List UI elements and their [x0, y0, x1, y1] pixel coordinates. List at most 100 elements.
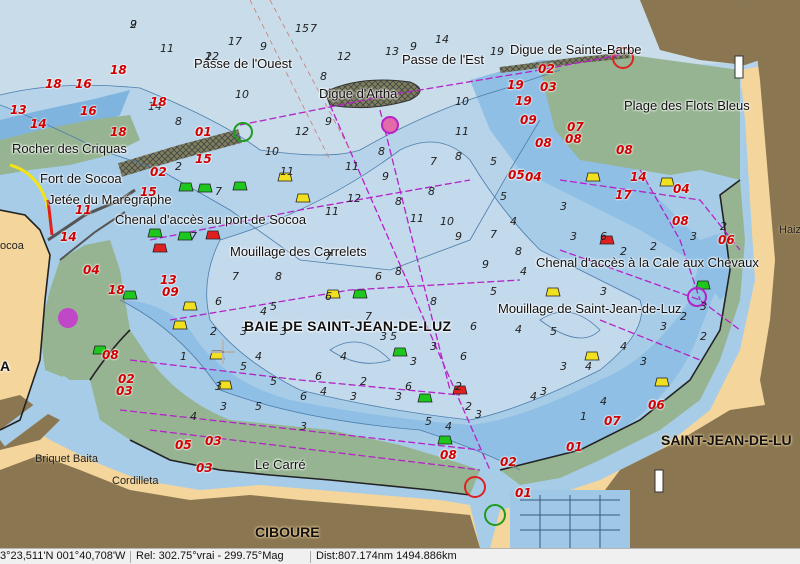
buoy-green-icon[interactable] [232, 181, 248, 191]
sounding: 11 [345, 160, 359, 173]
sounding: 15 [295, 22, 309, 35]
sounding: 4 [520, 265, 527, 278]
sounding: 4 [320, 385, 327, 398]
sounding: 2 [720, 220, 727, 233]
sounding: 9 [382, 170, 389, 183]
label-passe-est: Passe de l'Est [402, 52, 484, 67]
sounding: 11 [410, 212, 424, 225]
drying-height: 15 [140, 185, 157, 199]
sounding: 8 [320, 70, 327, 83]
drying-height: 07 [604, 414, 621, 428]
drying-height: 06 [718, 233, 735, 247]
sounding: 2 [620, 245, 627, 258]
sounding: 5 [270, 300, 277, 313]
buoy-yellow-icon[interactable] [585, 172, 601, 182]
buoy-yellow-icon[interactable] [295, 193, 311, 203]
drying-height: 01 [195, 125, 212, 139]
label-ciboure: CIBOURE [255, 524, 320, 540]
buoy-yellow-icon[interactable] [545, 287, 561, 297]
buoy-yellow-icon[interactable] [182, 301, 198, 311]
sounding: 11 [160, 42, 174, 55]
sounding: 8 [430, 295, 437, 308]
sounding: 5 [270, 375, 277, 388]
buoy-red-icon[interactable] [205, 230, 221, 240]
sounding: 5 [390, 330, 397, 343]
sounding: 2 [650, 240, 657, 253]
drying-height: 06 [648, 398, 665, 412]
sounding: 6 [315, 370, 322, 383]
buoy-green-icon[interactable] [352, 289, 368, 299]
sounding: 3 [600, 285, 607, 298]
sounding: 2 [205, 50, 212, 63]
sounding: 3 [540, 385, 547, 398]
sounding: 3 [240, 325, 247, 338]
sounding: 5 [500, 190, 507, 203]
drying-height: 08 [535, 136, 552, 150]
lighthouse-icon[interactable] [734, 55, 744, 79]
sounding: 14 [435, 33, 449, 46]
sounding: 7 [190, 230, 197, 243]
buoy-green-icon[interactable] [197, 183, 213, 193]
sounding: 12 [337, 50, 351, 63]
sounding: 7 [310, 22, 317, 35]
drying-height: 01 [515, 486, 532, 500]
sounding: 8 [455, 150, 462, 163]
buoy-green-icon[interactable] [122, 290, 138, 300]
drying-height: 03 [196, 461, 213, 475]
buoy-green-icon[interactable] [437, 435, 453, 445]
sounding: 6 [470, 320, 477, 333]
sounding: 2 [455, 380, 462, 393]
sounding: 7 [232, 270, 239, 283]
buoy-green-icon[interactable] [392, 347, 408, 357]
anchorage-symbol[interactable] [381, 116, 399, 134]
sounding: 2 [175, 160, 182, 173]
buoy-green-icon[interactable] [417, 393, 433, 403]
label-briquet-baita: Briquet Baita [35, 453, 98, 465]
drying-height: 11 [75, 203, 92, 217]
sounding: 17 [228, 35, 242, 48]
label-digue-sainte-barbe: Digue de Sainte-Barbe [510, 42, 642, 57]
sounding: 4 [190, 410, 197, 423]
chart-viewer[interactable]: Passe de l'Ouest Passe de l'Est Digue d'Ar… [0, 0, 800, 564]
drying-height: 08 [616, 143, 633, 157]
sounding: 8 [395, 195, 402, 208]
buoy-yellow-icon[interactable] [654, 377, 670, 387]
label-mouillage-sjl: Mouillage de Saint-Jean-de-Luz [498, 301, 682, 316]
sounding: 8 [395, 265, 402, 278]
label-chenal-socoa: Chenal d'accès au port de Socoa [115, 212, 307, 227]
buoy-red-icon[interactable] [152, 243, 168, 253]
buoy-yellow-icon[interactable] [172, 320, 188, 330]
buoy-yellow-icon[interactable] [659, 177, 675, 187]
buoy-green-icon[interactable] [178, 182, 194, 192]
drying-height: 15 [195, 152, 212, 166]
lighthouse-icon[interactable] [654, 469, 664, 493]
sounding: 2 [360, 375, 367, 388]
sounding: 6 [215, 295, 222, 308]
sounding: 3 [570, 230, 577, 243]
sounding: 2 [210, 325, 217, 338]
sounding: 5 [425, 415, 432, 428]
drying-height: 16 [75, 77, 92, 91]
sounding: 4 [510, 215, 517, 228]
drying-height: 02 [150, 165, 167, 179]
sounding: 4 [340, 350, 347, 363]
buoy-green-icon[interactable] [147, 228, 163, 238]
sounding: 9 [260, 40, 267, 53]
sounding: 3 [560, 360, 567, 373]
drying-height: 18 [45, 77, 62, 91]
drying-height: 08 [102, 348, 119, 362]
sounding: 12 [347, 192, 361, 205]
drying-height: 18 [108, 283, 125, 297]
label-baie-sjl: BAIE DE SAINT-JEAN-DE-LUZ [244, 318, 452, 334]
sounding: 3 [350, 390, 357, 403]
sounding: 6 [460, 350, 467, 363]
drying-height: 07 [567, 120, 584, 134]
sounding: 4 [260, 305, 267, 318]
marina-symbol[interactable] [58, 308, 78, 328]
drying-height: 03 [205, 434, 222, 448]
sounding: 3 [300, 420, 307, 433]
drying-height: 08 [672, 214, 689, 228]
label-rocher-criquas: Rocher des Criquas [12, 141, 127, 156]
buoy-yellow-icon[interactable] [584, 351, 600, 361]
cursor-position: 3°23,511'N 001°40,708'W [0, 550, 126, 562]
